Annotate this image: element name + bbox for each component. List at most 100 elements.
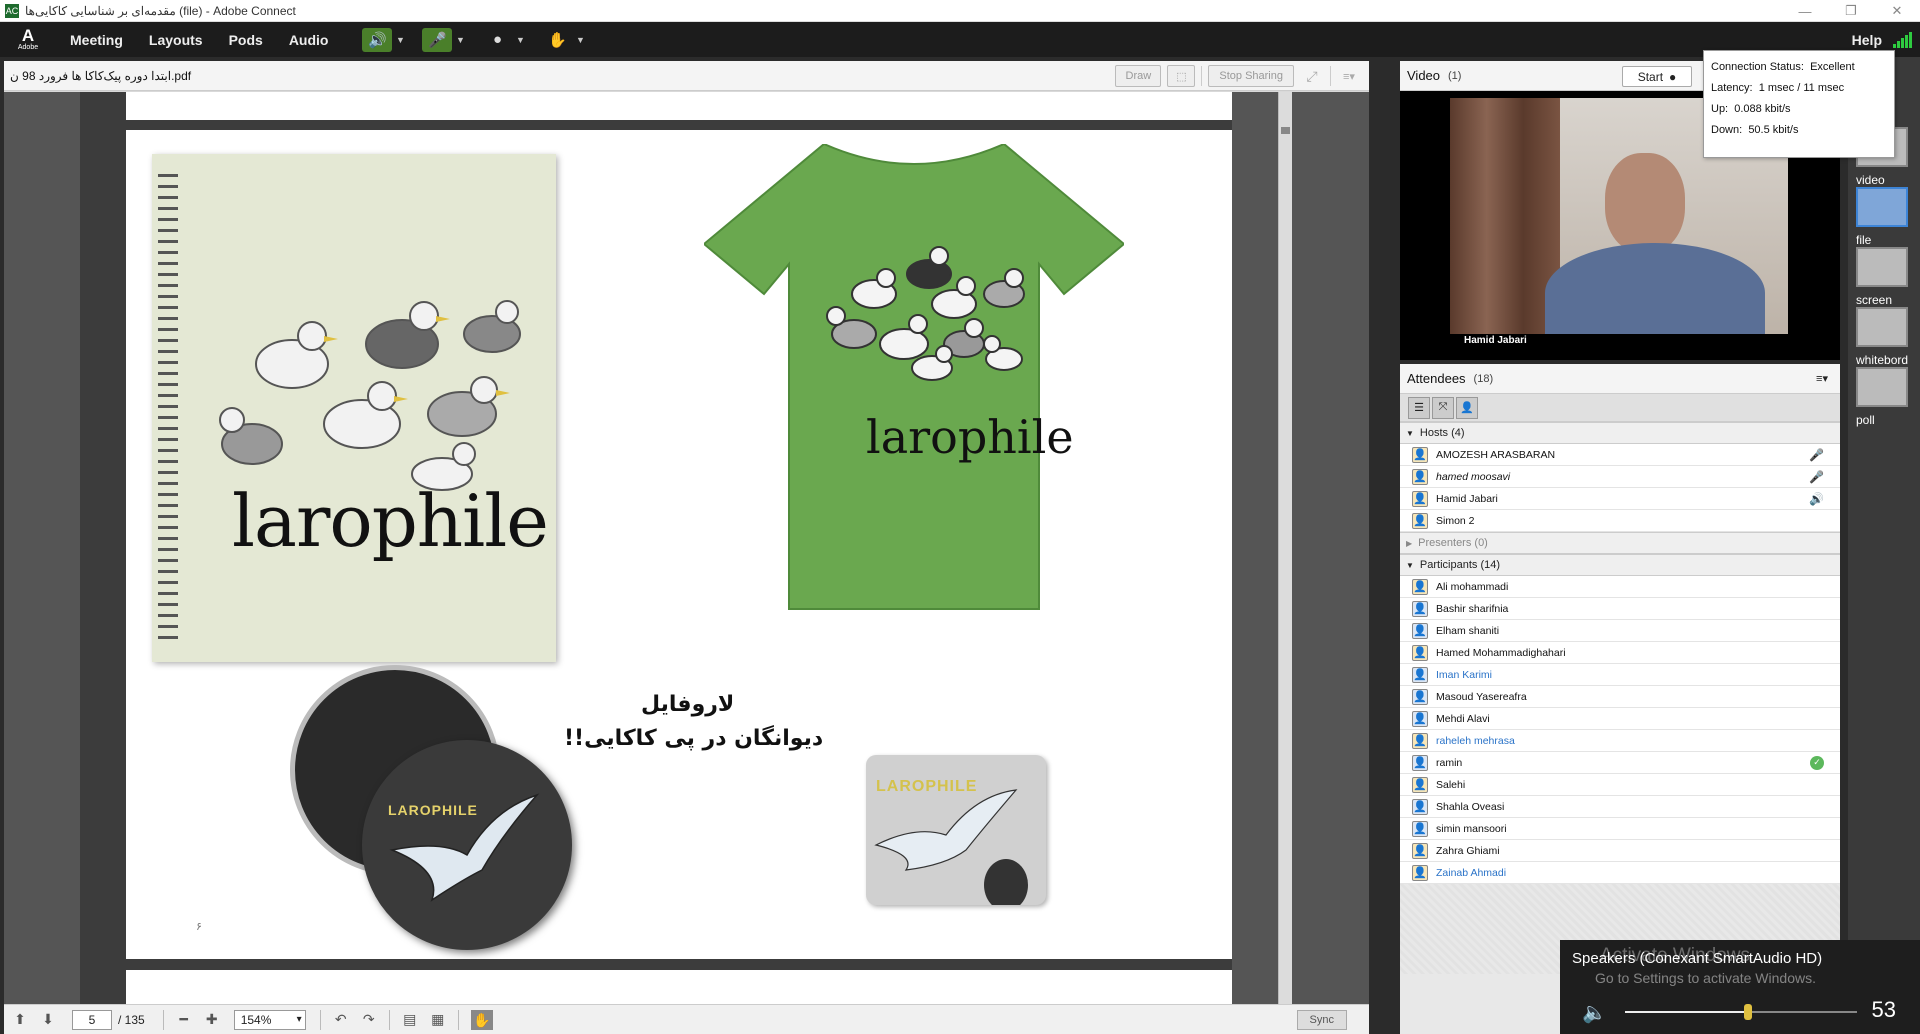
microphone-dropdown-icon[interactable]: ▼ [452, 35, 468, 45]
microphone-off-icon: 🎤 [422, 27, 453, 52]
next-page [126, 970, 1232, 1004]
user-avatar-icon: 👤 [1412, 820, 1428, 837]
status-dropdown-icon[interactable]: ▼ [572, 35, 588, 45]
list-view-icon[interactable]: ☰ [1408, 396, 1430, 419]
collapse-icon: ▼ [1406, 428, 1414, 438]
participant-row[interactable]: 👤 raheleh mehrasa [1400, 730, 1840, 752]
participant-row[interactable]: 👤 Mehdi Alavi [1400, 708, 1840, 730]
volume-slider-thumb[interactable] [1743, 1004, 1752, 1020]
attendees-options-icon[interactable]: ≡▾ [1816, 372, 1828, 385]
host-row[interactable]: 👤 Simon 2 [1400, 510, 1840, 532]
rotate-right-icon[interactable]: ↷ [355, 1011, 383, 1028]
page-up-icon[interactable]: ⬆ [6, 1011, 34, 1028]
breakout-view-icon[interactable]: ⤧ [1432, 396, 1454, 419]
participant-row[interactable]: 👤 Shahla Oveasi [1400, 796, 1840, 818]
host-name: hamed moosavi [1436, 470, 1511, 483]
page-number-input[interactable]: 5 [72, 1009, 112, 1030]
layout-label-screen: screen [1856, 293, 1893, 307]
speaker-volume-icon[interactable]: 🔈 [1582, 1000, 1607, 1025]
start-webcam-button[interactable]: Start ● [1622, 66, 1692, 87]
status-value: Excellent [1810, 61, 1855, 73]
user-avatar-icon: 👤 [1412, 578, 1428, 595]
draw-button[interactable]: Draw [1115, 65, 1162, 87]
latency-label: Latency: [1711, 82, 1753, 94]
status-view-icon[interactable]: 👤 [1456, 396, 1478, 419]
participant-row[interactable]: 👤 simin mansoori [1400, 818, 1840, 840]
hand-tool-icon[interactable]: ✋ [470, 1009, 493, 1030]
help-menu[interactable]: Help [1852, 32, 1882, 48]
connection-signal-icon[interactable] [1893, 32, 1912, 48]
fit-width-icon[interactable]: ▤ [396, 1011, 424, 1028]
zoom-in-icon[interactable]: ✚ [198, 1011, 226, 1028]
document-scrollbar[interactable] [1278, 92, 1292, 1004]
layout-thumb-screen[interactable] [1856, 247, 1908, 287]
pointer-tool-button[interactable]: ⬚ [1167, 65, 1196, 87]
rotate-left-icon[interactable]: ↶ [327, 1011, 355, 1028]
participant-row[interactable]: 👤 ramin ✓ [1400, 752, 1840, 774]
camera-button[interactable]: ● ▼ [482, 28, 528, 52]
participant-name: Elham shaniti [1436, 624, 1500, 637]
microphone-button[interactable]: 🎤 ▼ [422, 27, 468, 52]
shared-filename: ابتدا دوره پیک‌کاکا ها فرورد 98 ن.pdf [10, 68, 192, 83]
participant-row[interactable]: 👤 Masoud Yasereafra [1400, 686, 1840, 708]
zoom-select[interactable]: 154% [233, 1009, 306, 1030]
attendees-view-toolbar: ☰ ⤧ 👤 [1400, 394, 1840, 422]
layout-thumb-poll[interactable] [1856, 367, 1908, 407]
host-row[interactable]: 👤 Hamid Jabari 🔊 [1400, 488, 1840, 510]
page-down-icon[interactable]: ⬇ [34, 1011, 62, 1028]
mousepad-larophile-text: LAROPHILE [876, 778, 978, 795]
host-row[interactable]: 👤 AMOZESH ARASBARAN 🎤 [1400, 444, 1840, 466]
maximize-button[interactable]: ❐ [1828, 0, 1874, 22]
participant-name: Zainab Ahmadi [1436, 866, 1507, 879]
adobe-logo-glyph: A [21, 26, 35, 45]
camera-dropdown-icon[interactable]: ▼ [512, 35, 528, 45]
user-avatar-icon: 👤 [1412, 754, 1428, 771]
participants-section-header[interactable]: ▼ Participants (14) [1400, 554, 1840, 576]
zoom-out-icon[interactable]: ━ [170, 1011, 198, 1028]
participant-row[interactable]: 👤 Bashir sharifnia [1400, 598, 1840, 620]
participant-row[interactable]: 👤 Iman Karimi [1400, 664, 1840, 686]
participant-row[interactable]: 👤 Hamed Mohammadighahari [1400, 642, 1840, 664]
document-viewer[interactable]: larophile larophile LAROPHILE LAROPHILE … [4, 92, 1369, 1004]
fit-page-icon[interactable]: ▦ [424, 1011, 452, 1028]
sync-button[interactable]: Sync [1296, 1009, 1347, 1030]
webcam-icon: ● [1669, 69, 1677, 84]
participant-row[interactable]: 👤 Elham shaniti [1400, 620, 1840, 642]
raise-hand-button[interactable]: ✋ ▼ [542, 28, 588, 52]
agree-status-icon: ✓ [1810, 755, 1824, 770]
stop-sharing-button[interactable]: Stop Sharing [1208, 65, 1294, 87]
menu-audio[interactable]: Audio [289, 32, 329, 48]
speaker-button[interactable]: 🔊 ▼ [362, 27, 408, 52]
scrollbar-thumb[interactable] [1281, 127, 1290, 134]
menu-pods[interactable]: Pods [229, 32, 263, 48]
user-avatar-icon: 👤 [1412, 666, 1428, 683]
hosts-section-header[interactable]: ▼ Hosts (4) [1400, 422, 1840, 444]
minimize-button[interactable]: — [1782, 0, 1828, 22]
speaker-dropdown-icon[interactable]: ▼ [392, 35, 408, 45]
close-button[interactable]: ✕ [1874, 0, 1920, 22]
pod-options-icon[interactable]: ≡▾ [1337, 70, 1361, 83]
menu-bar: A Adobe Meeting Layouts Pods Audio 🔊 ▼ 🎤 ▼… [0, 22, 1920, 57]
participant-name: Bashir sharifnia [1436, 602, 1509, 615]
up-label: Up: [1711, 103, 1729, 115]
raise-hand-icon: ✋ [548, 31, 567, 49]
participant-row[interactable]: 👤 Salehi [1400, 774, 1840, 796]
participants-label: Participants (14) [1419, 559, 1501, 571]
fullscreen-icon[interactable]: ⤢ [1300, 68, 1324, 85]
host-row[interactable]: 👤 hamed moosavi 🎤 [1400, 466, 1840, 488]
volume-slider[interactable] [1625, 1004, 1857, 1020]
user-avatar-icon: 👤 [1412, 776, 1428, 793]
layout-thumb-whiteboard[interactable] [1856, 307, 1908, 347]
user-avatar-icon: 👤 [1412, 732, 1428, 749]
participant-row[interactable]: 👤 Zahra Ghiami [1400, 840, 1840, 862]
participant-name: Ali mohammadi [1436, 580, 1509, 593]
attendees-title: Attendees [1407, 371, 1466, 386]
participant-row[interactable]: 👤 Zainab Ahmadi [1400, 862, 1840, 884]
layout-thumb-file[interactable] [1856, 187, 1908, 227]
tshirt-larophile-text: larophile [866, 410, 1074, 464]
menu-meeting[interactable]: Meeting [70, 32, 123, 48]
participant-row[interactable]: 👤 Ali mohammadi [1400, 576, 1840, 598]
expand-icon: ▶ [1406, 538, 1413, 548]
presenters-section-header[interactable]: ▶ Presenters (0) [1400, 532, 1840, 554]
menu-layouts[interactable]: Layouts [149, 32, 203, 48]
